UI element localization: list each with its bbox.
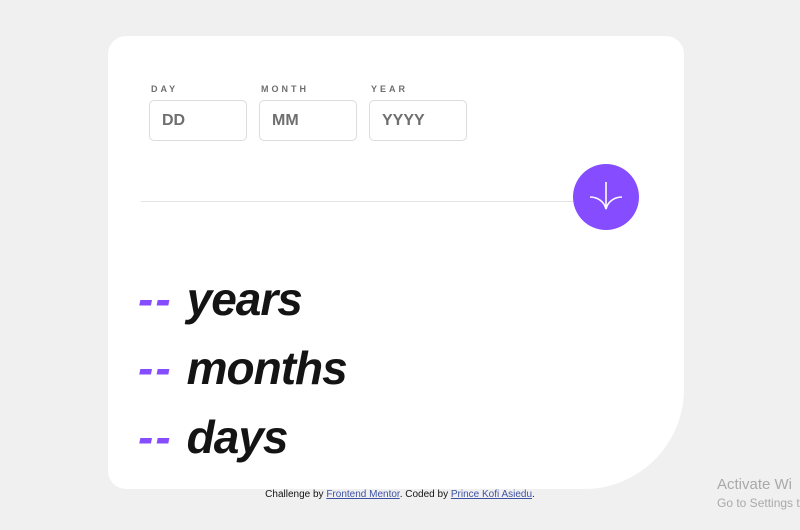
activate-windows-watermark: Activate Wi Go to Settings t: [717, 476, 800, 510]
months-unit: months: [186, 342, 348, 394]
day-field: DAY: [149, 84, 247, 141]
days-value: --: [138, 411, 173, 463]
author-link[interactable]: Prince Kofi Asiedu: [451, 489, 532, 500]
day-input[interactable]: [149, 100, 247, 141]
months-result: -- months: [138, 342, 348, 394]
attribution-footer: Challenge by Frontend Mentor. Coded by P…: [0, 489, 800, 500]
year-field: YEAR: [369, 84, 467, 141]
years-result: -- years: [138, 273, 303, 325]
month-label: MONTH: [261, 84, 309, 94]
arrow-down-icon: [587, 177, 625, 218]
footer-suffix: .: [532, 489, 535, 500]
frontend-mentor-link[interactable]: Frontend Mentor: [326, 489, 399, 500]
watermark-title: Activate Wi: [717, 476, 793, 493]
age-calculator-card: DAY MONTH YEAR --years --months --days: [108, 36, 684, 489]
years-value: --: [138, 273, 173, 325]
years-unit: years: [186, 273, 303, 325]
year-label: YEAR: [371, 84, 409, 94]
footer-prefix: Challenge by: [265, 489, 327, 500]
watermark-subtitle: Go to Settings t: [717, 496, 800, 510]
footer-middle: . Coded by: [399, 489, 451, 500]
submit-button[interactable]: [573, 164, 639, 230]
day-label: DAY: [151, 84, 179, 94]
year-input[interactable]: [369, 100, 467, 141]
month-field: MONTH: [259, 84, 357, 141]
month-input[interactable]: [259, 100, 357, 141]
months-value: --: [138, 342, 173, 394]
days-result: -- days: [138, 414, 288, 460]
divider: [141, 201, 591, 202]
days-unit: days: [186, 411, 289, 463]
